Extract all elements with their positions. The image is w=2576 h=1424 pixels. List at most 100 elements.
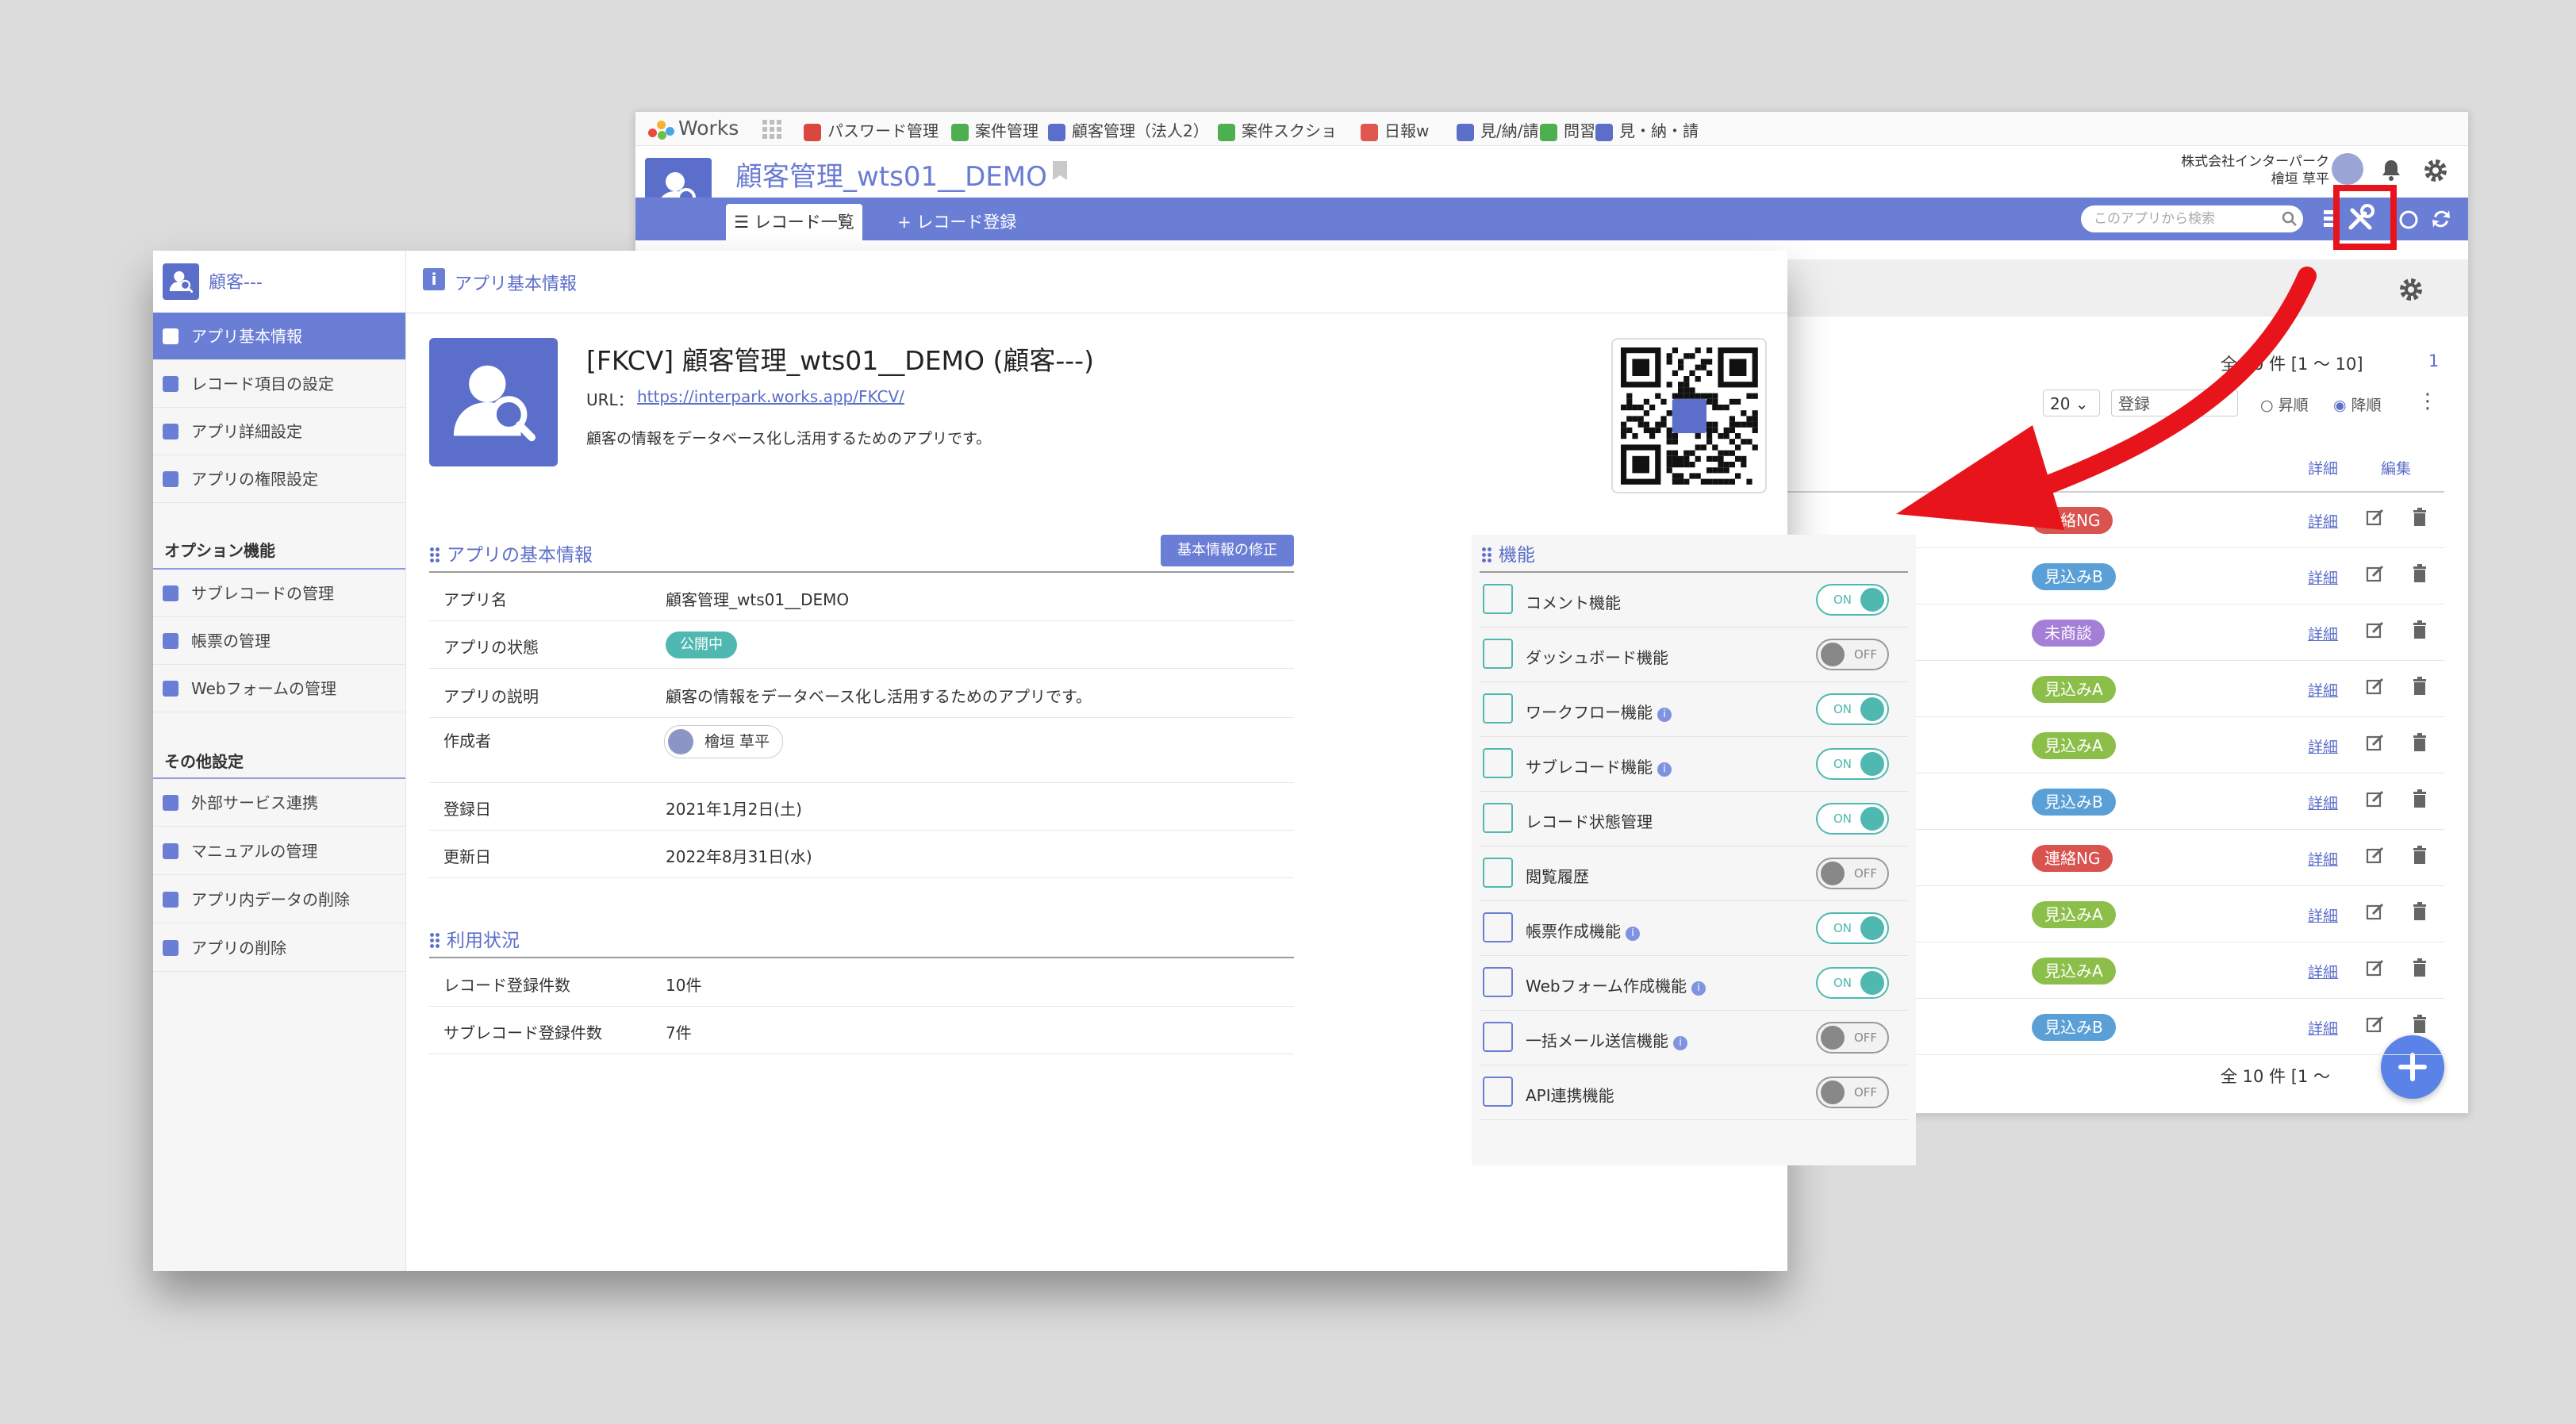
info-icon[interactable]: i [1691,981,1706,996]
trash-icon[interactable] [2409,958,2430,978]
detail-link[interactable]: 詳細 [2308,792,2338,813]
feature-toggle[interactable]: ON [1816,912,1889,944]
more-options-icon[interactable]: ⋮ [2417,390,2438,413]
app-shortcut[interactable]: 問習 [1540,118,1595,141]
works-logo[interactable]: Works [648,117,739,140]
app-launcher-bar: Works パスワード管理 案件管理 顧客管理（法人2） 案件スクショ 日報w 見/納/請… [635,112,2468,146]
sidebar-item[interactable]: レコード項目の設定 [153,360,405,408]
sidebar-app-icon[interactable] [163,263,199,300]
sidebar-item[interactable]: アプリの権限設定 [153,455,405,503]
trash-icon[interactable] [2409,563,2430,584]
info-icon: i [423,268,445,290]
sync-icon[interactable] [2430,207,2452,231]
bell-icon[interactable] [2379,158,2403,182]
feature-toggle[interactable]: OFF [1816,1022,1889,1054]
feature-toggle[interactable]: ON [1816,693,1889,725]
app-large-icon [429,338,558,466]
feature-toggle[interactable]: OFF [1816,1077,1889,1108]
app-shortcut-icon [1361,123,1378,141]
feature-toggle[interactable]: OFF [1816,858,1889,889]
app-title[interactable]: 顧客管理_wts01__DEMO [735,155,1047,194]
app-shortcut[interactable]: 案件スクショ [1218,118,1337,141]
sidebar-item[interactable]: サブレコードの管理 [153,570,405,617]
toggle-state: ON [1833,812,1852,826]
edit-icon[interactable] [2365,732,2386,753]
app-shortcut-label: 案件管理 [975,121,1038,140]
app-grid-icon[interactable] [762,120,781,139]
search-icon [2282,211,2297,226]
tab-record-list[interactable]: ☰ レコード一覧 [726,204,862,240]
app-shortcut[interactable]: 顧客管理（法人2） [1048,118,1209,141]
creator-chip[interactable]: 檜垣 草平 [664,725,784,758]
sidebar-item[interactable]: アプリの削除 [153,924,405,972]
bookmark-icon[interactable] [1053,161,1067,180]
feature-toggle[interactable]: ON [1816,967,1889,999]
feature-toggle[interactable]: ON [1816,803,1889,835]
trash-icon[interactable] [2409,507,2430,528]
pagination-page[interactable]: 1 [2428,351,2439,370]
edit-icon[interactable] [2365,901,2386,922]
edit-icon[interactable] [2365,676,2386,697]
gear-icon[interactable] [2423,158,2448,183]
sidebar-item[interactable]: マニュアルの管理 [153,827,405,875]
feature-row: Webフォーム作成機能 i ON [1480,956,1908,1011]
edit-icon[interactable] [2365,620,2386,640]
edit-basic-info-button[interactable]: 基本情報の修正 [1161,535,1294,566]
sidebar-item[interactable]: 帳票の管理 [153,617,405,665]
sidebar-app-name[interactable]: 顧客--- [209,268,263,294]
app-shortcut[interactable]: 見・納・請 [1595,118,1699,141]
info-label: アプリの状態 [443,638,539,657]
info-icon[interactable]: i [1673,1036,1687,1050]
toggle-knob [1860,807,1884,831]
detail-link[interactable]: 詳細 [2308,679,2338,700]
sidebar-item[interactable]: アプリ詳細設定 [153,408,405,455]
sidebar-item[interactable]: アプリ基本情報 [153,313,405,360]
app-shortcut-icon [1595,123,1613,141]
info-icon[interactable]: i [1657,762,1672,777]
trash-icon[interactable] [2409,845,2430,866]
sort-desc-radio[interactable]: ◉ 降順 [2333,393,2382,415]
detail-link[interactable]: 詳細 [2308,566,2338,588]
user-avatar[interactable] [2332,153,2363,185]
trash-icon[interactable] [2409,676,2430,697]
detail-link[interactable]: 詳細 [2308,904,2338,926]
edit-icon[interactable] [2365,789,2386,809]
list-settings-gear-icon[interactable] [2398,277,2424,302]
app-shortcut[interactable]: 案件管理 [951,118,1038,141]
app-shortcut[interactable]: 見/納/請 [1457,118,1538,141]
edit-icon[interactable] [2365,563,2386,584]
app-shortcut[interactable]: パスワード管理 [804,118,939,141]
detail-link[interactable]: 詳細 [2308,961,2338,982]
sidebar-item[interactable]: Webフォームの管理 [153,665,405,712]
edit-icon[interactable] [2365,845,2386,866]
feature-toggle[interactable]: ON [1816,584,1889,616]
feature-toggle[interactable]: OFF [1816,639,1889,670]
trash-icon[interactable] [2409,732,2430,753]
edit-icon[interactable] [2365,507,2386,528]
sidebar-item[interactable]: アプリ内データの削除 [153,876,405,923]
app-url-link[interactable]: https://interpark.works.app/FKCV/ [637,387,904,406]
info-icon[interactable]: i [1626,927,1640,941]
trash-icon[interactable] [2409,901,2430,922]
section-grip-icon [429,547,440,562]
detail-link[interactable]: 詳細 [2308,848,2338,869]
toggle-knob [1860,916,1884,940]
app-search-input[interactable]: このアプリから検索 [2081,205,2303,232]
feature-toggle[interactable]: ON [1816,748,1889,780]
edit-icon[interactable] [2365,958,2386,978]
tab-record-register[interactable]: + レコード登録 [897,204,1016,240]
help-icon[interactable] [2398,209,2419,231]
app-shortcut[interactable]: 日報w [1361,118,1429,141]
edit-icon[interactable] [2365,1014,2386,1034]
customer-search-icon [169,271,194,293]
trash-icon[interactable] [2409,1014,2430,1034]
trash-icon[interactable] [2409,789,2430,809]
detail-link[interactable]: 詳細 [2308,1017,2338,1038]
info-icon[interactable]: i [1657,708,1672,722]
sidebar-item[interactable]: 外部サービス連携 [153,779,405,827]
detail-link[interactable]: 詳細 [2308,623,2338,644]
usage-value: 7件 [666,1023,692,1042]
detail-link[interactable]: 詳細 [2308,735,2338,757]
trash-icon[interactable] [2409,620,2430,640]
toggle-knob [1821,643,1845,666]
